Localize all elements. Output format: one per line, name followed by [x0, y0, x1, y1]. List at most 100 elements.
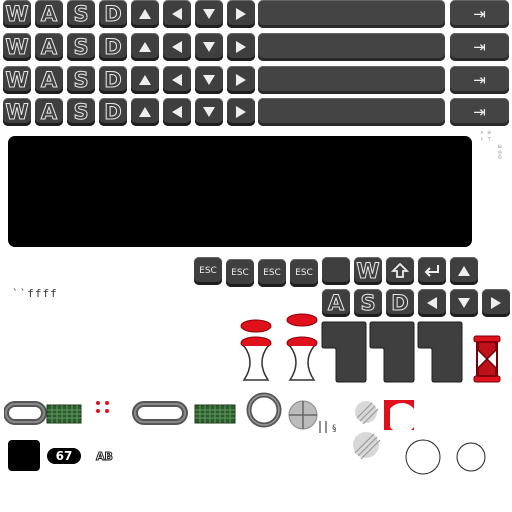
lamp-left — [240, 319, 272, 381]
display-screen — [8, 136, 472, 247]
arrow-right-key[interactable] — [482, 289, 510, 317]
big-keys-icon — [321, 321, 463, 383]
arrow-up-icon — [137, 39, 153, 55]
hourglass-icon — [473, 335, 501, 383]
key-a[interactable]: A — [35, 66, 63, 94]
text-bar[interactable] — [258, 66, 445, 94]
arrow-up-key[interactable] — [131, 33, 159, 61]
enter-icon — [423, 262, 441, 280]
lamp-right — [286, 313, 318, 381]
shift-icon — [391, 262, 409, 280]
arrow-left-key[interactable] — [163, 0, 191, 28]
arrow-up-key[interactable] — [450, 257, 478, 285]
green-grid-right-icon — [194, 404, 236, 424]
music-notes-text: ``ffff — [12, 287, 58, 300]
key-s[interactable]: S — [67, 98, 95, 126]
key-s[interactable]: S — [67, 33, 95, 61]
counter-badge: 67 — [47, 448, 81, 464]
arrow-right-icon — [233, 6, 249, 22]
svg-text:§: § — [332, 424, 337, 434]
mini-glyphs-icon: ✕ ≡ ⇡ ⊤ ω ◎ ⊙ — [480, 129, 502, 160]
key-w[interactable]: W — [354, 257, 382, 285]
arrow-down-icon — [201, 39, 217, 55]
shift-key[interactable] — [386, 257, 414, 285]
key-a[interactable]: A — [35, 98, 63, 126]
blank-key[interactable] — [322, 257, 350, 285]
arrow-up-key[interactable] — [131, 66, 159, 94]
arrow-right-icon — [488, 295, 504, 311]
arrow-down-key[interactable] — [195, 98, 223, 126]
svg-text:⊙: ⊙ — [498, 154, 502, 160]
arrow-left-icon — [169, 72, 185, 88]
key-a[interactable]: A — [35, 0, 63, 28]
arrow-down-key[interactable] — [195, 0, 223, 28]
key-d[interactable]: D — [99, 0, 127, 28]
tab-key[interactable]: ⇥ — [450, 33, 509, 61]
arrow-right-key[interactable] — [227, 66, 255, 94]
arrow-right-key[interactable] — [227, 33, 255, 61]
tab-key[interactable]: ⇥ — [450, 98, 509, 126]
red-corner-icon — [384, 400, 417, 433]
arrow-right-icon — [233, 72, 249, 88]
key-a[interactable]: A — [35, 33, 63, 61]
arrow-right-key[interactable] — [227, 98, 255, 126]
lamp-stands-icon — [240, 313, 318, 381]
arrow-left-icon — [169, 6, 185, 22]
text-bar[interactable] — [258, 98, 445, 126]
key-d[interactable]: D — [386, 289, 414, 317]
arrow-up-key[interactable] — [131, 0, 159, 28]
arrow-down-key[interactable] — [195, 33, 223, 61]
key-w[interactable]: W — [3, 98, 31, 126]
svg-text:✕ ≡: ✕ ≡ — [480, 129, 491, 136]
circle-large-icon — [405, 439, 441, 475]
arrow-up-icon — [137, 6, 153, 22]
circle-small-icon — [456, 442, 486, 472]
key-w[interactable]: W — [3, 66, 31, 94]
key-s[interactable]: S — [67, 0, 95, 28]
arrow-right-icon — [233, 39, 249, 55]
hatched-circle-lower-icon — [353, 432, 381, 460]
arrow-right-icon — [233, 104, 249, 120]
key-d[interactable]: D — [99, 98, 127, 126]
black-square-button[interactable] — [8, 440, 40, 471]
arrow-up-icon — [137, 72, 153, 88]
text-bar[interactable] — [258, 0, 445, 28]
tab-key[interactable]: ⇥ — [450, 0, 509, 28]
arrow-down-key[interactable] — [450, 289, 478, 317]
tab-key[interactable]: ⇥ — [450, 66, 509, 94]
arrow-down-icon — [201, 104, 217, 120]
arrow-right-key[interactable] — [227, 0, 255, 28]
arrow-left-icon — [424, 295, 440, 311]
esc-key[interactable]: ESC — [226, 259, 254, 287]
ab-text: AB — [96, 450, 114, 464]
arrow-down-icon — [201, 6, 217, 22]
esc-key[interactable]: ESC — [258, 259, 286, 287]
arrow-up-icon — [137, 104, 153, 120]
key-d[interactable]: D — [99, 66, 127, 94]
enter-key[interactable] — [418, 257, 446, 285]
green-grid-left-icon — [46, 404, 82, 424]
key-w[interactable]: W — [3, 0, 31, 28]
arrow-down-key[interactable] — [195, 66, 223, 94]
key-s[interactable]: S — [354, 289, 382, 317]
arrow-left-key[interactable] — [163, 33, 191, 61]
arrow-left-icon — [169, 104, 185, 120]
red-dots-icon — [96, 401, 109, 413]
arrow-up-key[interactable] — [131, 98, 159, 126]
hatched-circle-icon — [355, 401, 379, 425]
svg-text:⇡ ⊤: ⇡ ⊤ — [480, 136, 491, 143]
tick-marks-icon: § — [319, 421, 337, 434]
arrow-down-icon — [456, 295, 472, 311]
key-s[interactable]: S — [67, 66, 95, 94]
key-w[interactable]: W — [3, 33, 31, 61]
text-bar[interactable] — [258, 33, 445, 61]
arrow-left-key[interactable] — [418, 289, 446, 317]
esc-key[interactable]: ESC — [194, 257, 222, 285]
arrow-left-key[interactable] — [163, 66, 191, 94]
ring-icon — [246, 392, 282, 428]
key-d[interactable]: D — [99, 33, 127, 61]
esc-key[interactable]: ESC — [290, 259, 318, 287]
arrow-down-icon — [201, 72, 217, 88]
arrow-left-key[interactable] — [163, 98, 191, 126]
arrow-up-icon — [456, 263, 472, 279]
